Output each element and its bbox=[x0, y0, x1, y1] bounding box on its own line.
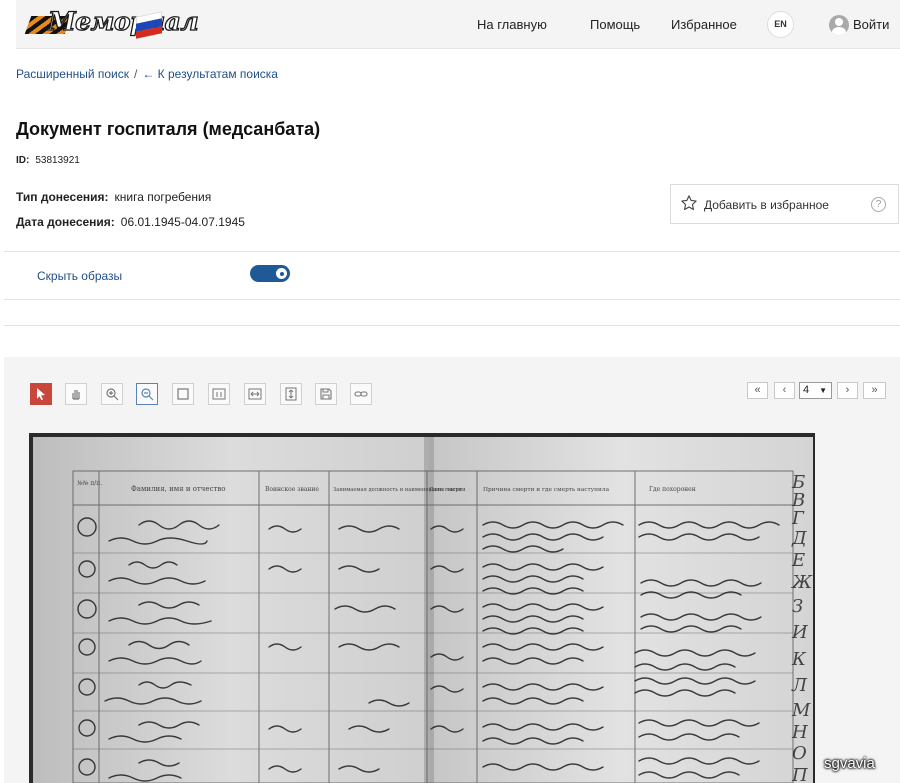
document-scan-image[interactable]: №№ п/п. Фамилия, имя и отчество Воинское… bbox=[29, 433, 815, 783]
hand-icon bbox=[72, 390, 80, 400]
user-avatar-icon[interactable] bbox=[829, 15, 849, 35]
zoom-out-button[interactable] bbox=[136, 383, 158, 405]
zoom-out-icon bbox=[141, 388, 154, 401]
scan-header-name: Фамилия, имя и отчество bbox=[131, 485, 226, 493]
scan-letter-tab: З bbox=[792, 596, 803, 617]
link-button[interactable] bbox=[350, 383, 372, 405]
frame-icon bbox=[177, 388, 189, 400]
login-link[interactable]: Войти bbox=[853, 17, 889, 32]
scan-letter-tab: Л bbox=[791, 675, 808, 696]
report-type-label: Тип донесения: bbox=[16, 190, 109, 204]
images-toggle-bar: Скрыть образы bbox=[4, 251, 900, 300]
logo-text: Мемориал bbox=[47, 6, 199, 36]
scan-letter-tab: Е bbox=[791, 550, 805, 571]
hide-images-label: Скрыть образы bbox=[37, 269, 123, 283]
page-select[interactable]: 4 ▼ bbox=[799, 382, 832, 399]
nav-home-link[interactable]: На главную bbox=[477, 17, 547, 32]
next-page-button[interactable]: › bbox=[837, 382, 858, 399]
watermark-text: sgvavia bbox=[824, 755, 875, 772]
scan-header-death-date: Дата смерти bbox=[429, 487, 466, 493]
scan-letter-tab: М bbox=[791, 700, 811, 721]
fit-height-icon bbox=[285, 387, 297, 401]
scan-letter-tab: Г bbox=[791, 508, 805, 529]
actual-size-icon bbox=[212, 388, 226, 400]
fit-height-button[interactable] bbox=[280, 383, 302, 405]
nav-favorites-link[interactable]: Избранное bbox=[671, 17, 737, 32]
frame-button[interactable] bbox=[172, 383, 194, 405]
report-date-field: Дата донесения: 06.01.1945-04.07.1945 bbox=[16, 215, 245, 229]
nav-help-link[interactable]: Помощь bbox=[590, 17, 640, 32]
last-page-button[interactable]: » bbox=[863, 382, 886, 399]
id-label: ID: bbox=[16, 155, 30, 166]
breadcrumb-separator: / bbox=[134, 67, 138, 81]
scan-letter-tab: П bbox=[791, 765, 808, 783]
scan-letter-tab: Н bbox=[791, 722, 808, 743]
report-type-field: Тип донесения: книга погребения bbox=[16, 190, 211, 204]
report-type-value: книга погребения bbox=[114, 190, 212, 204]
burial-book-page: №№ п/п. Фамилия, имя и отчество Воинское… bbox=[33, 437, 813, 783]
previous-page-button[interactable]: ‹ bbox=[774, 382, 795, 399]
fit-width-icon bbox=[248, 388, 262, 400]
actual-size-button[interactable] bbox=[208, 383, 230, 405]
language-switch-button[interactable]: EN bbox=[767, 11, 794, 38]
pan-tool-button[interactable] bbox=[65, 383, 87, 405]
scan-letter-tab: К bbox=[791, 649, 807, 670]
scan-header-number: №№ п/п. bbox=[77, 480, 102, 487]
report-date-label: Дата донесения: bbox=[16, 215, 115, 229]
back-to-results-link[interactable]: ← К результатам поиска bbox=[142, 67, 278, 81]
add-to-favorites-label: Добавить в избранное bbox=[704, 198, 829, 212]
zoom-in-icon bbox=[106, 388, 119, 401]
star-icon bbox=[681, 195, 697, 211]
help-icon[interactable]: ? bbox=[871, 197, 886, 212]
breadcrumb-advanced-search-link[interactable]: Расширенный поиск bbox=[16, 67, 129, 81]
scan-letter-tab: О bbox=[792, 743, 807, 764]
document-id: ID: 53813921 bbox=[16, 155, 80, 166]
page-title: Документ госпиталя (медсанбата) bbox=[16, 119, 321, 139]
scan-header-burial-place: Где похоронен bbox=[649, 486, 696, 493]
save-icon bbox=[320, 388, 332, 400]
hide-images-toggle[interactable] bbox=[250, 265, 290, 282]
scan-header-cause: Причина смерти и где смерть наступила bbox=[483, 487, 610, 493]
scan-letter-tab: И bbox=[791, 622, 808, 643]
link-icon bbox=[354, 391, 368, 397]
section-divider bbox=[4, 325, 900, 358]
first-page-button[interactable]: « bbox=[747, 382, 768, 399]
scan-letter-tab: Д bbox=[791, 528, 807, 549]
memorial-logo[interactable]: Мемориал bbox=[24, 4, 199, 46]
fit-width-button[interactable] bbox=[244, 383, 266, 405]
report-date-value: 06.01.1945-04.07.1945 bbox=[120, 215, 245, 229]
page-select-value: 4 bbox=[803, 384, 810, 396]
zoom-in-button[interactable] bbox=[101, 383, 123, 405]
breadcrumb: Расширенный поиск / ← К результатам поиска bbox=[16, 67, 278, 81]
pointer-tool-button[interactable] bbox=[30, 383, 52, 405]
id-value: 53813921 bbox=[35, 155, 80, 166]
chevron-down-icon: ▼ bbox=[819, 386, 827, 395]
save-button[interactable] bbox=[315, 383, 337, 405]
add-to-favorites-button[interactable]: Добавить в избранное ? bbox=[670, 184, 899, 224]
scan-letter-tab: Ж bbox=[790, 572, 813, 593]
pointer-icon bbox=[37, 388, 45, 401]
scan-header-rank: Воинское звание bbox=[265, 486, 319, 493]
